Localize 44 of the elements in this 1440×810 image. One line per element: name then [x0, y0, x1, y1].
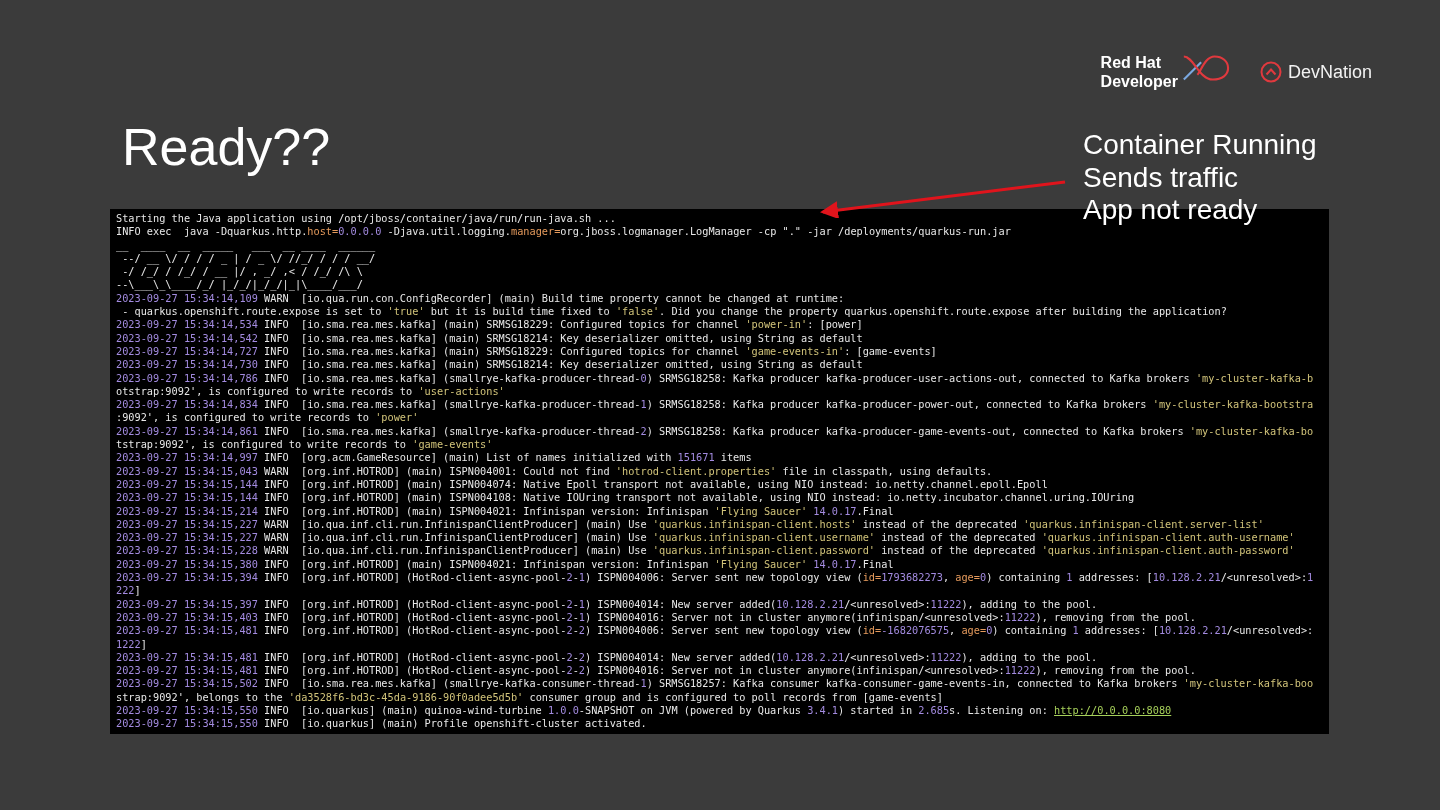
- log-line: Starting the Java application using /opt/jboss/container/java/run/run-java.sh ...: [116, 212, 616, 226]
- annotation-text: Container Running: [1083, 129, 1317, 162]
- log-line: 222]: [116, 584, 141, 598]
- log-line: 2023-09-27 15:34:14,861 INFO [io.sma.rea.mes.kafka] (smallrye-kafka-producer-thread-2) SRMSG18258: Kafka producer kafka-producer-game-events-out, connected to Kafka brokers 'my-cluster-kafka-bo: [116, 424, 1314, 439]
- slide-title: Ready??: [122, 117, 331, 177]
- log-line: 1222]: [116, 637, 147, 651]
- log-line: 2023-09-27 15:34:15,043 WARN [org.inf.HOTROD] (main) ISPN004001: Could not find 'hotrod-client.properties' file in classpath, using defaults.: [116, 464, 993, 478]
- logo-text: Red Hat: [1100, 53, 1163, 72]
- log-line: - quarkus.openshift.route.expose is set to 'true' but it is build time fixed to 'false'. Did you change the property quarkus.openshift.route.expose after building the application?: [121, 305, 1227, 319]
- log-line: 2023-09-27 15:34:15,403 INFO [org.inf.HOTROD] (HotRod-client-async-pool-2-1) ISPN004016: Server not in cluster anymore(infinispan/<unresolved>:11222), removing from the pool.: [116, 610, 1196, 625]
- log-line: 2023-09-27 15:34:15,394 INFO [org.inf.HOTROD] (HotRod-client-async-pool-2-1) ISPN004006: Server sent new topology view (id=1793682273, age=0) containing 1 addresses: [10.128.2.21/<unresolved>:1: [116, 571, 1314, 585]
- logo-text: Developer: [1100, 72, 1178, 91]
- ascii-art-text: __ ____ __ _____ ___ __ ____ ______ --/ __ \/ / / / _ | / _ \/ //_/ / / / __/ -/ /_/ / /_/ / __ |/ , _/ ,< / /_/ /\ \ --\___\_\____/_/ |_/_/|_/_/|_|\____/___/: [116, 238, 376, 292]
- log-line: 2023-09-27 15:34:15,227 WARN [io.qua.inf.cli.run.InfinispanClientProducer] (main) Use 'quarkus.infinispan-client.hosts' instead of the deprecated 'quarkus.infinispan-client.server-list': [116, 517, 1264, 532]
- logo-text: DevNation: [1287, 61, 1372, 83]
- log-line: :9092', is configured to write records to 'power': [116, 411, 419, 425]
- log-line: 2023-09-27 15:34:15,227 WARN [io.qua.inf.cli.run.InfinispanClientProducer] (main) Use 'quarkus.infinispan-client.username' instead of the deprecated 'quarkus.infinispan-client.auth-username': [116, 531, 1295, 545]
- log-line: 2023-09-27 15:34:15,550 INFO [io.quarkus] (main) quinoa-wind-turbine 1.0.0-SNAPSHOT on JVM (powered by Quarkus 3.4.1) started in 2.685s. Listening on: http://0.0.0.0:8080: [116, 704, 1172, 718]
- log-line: INFO exec java -Dquarkus.http.host=0.0.0.0 -Djava.util.logging.manager=org.jboss.logmanager.LogManager -cp "." -jar /deployments/quarkus-run.jar: [116, 225, 1011, 239]
- log-line: otstrap:9092', is configured to write records to 'user-actions': [116, 384, 505, 399]
- log-line: 2023-09-27 15:34:14,727 INFO [io.sma.rea.mes.kafka] (main) SRMSG18229: Configured topics for channel 'game-events-in': [game-events]: [116, 344, 937, 359]
- log-line: 2023-09-27 15:34:14,542 INFO [io.sma.rea.mes.kafka] (main) SRMSG18214: Key deserializer omitted, using String as default: [116, 331, 863, 345]
- annotation-text: Sends traffic: [1083, 161, 1239, 194]
- log-line: 2023-09-27 15:34:15,481 INFO [org.inf.HOTROD] (HotRod-client-async-pool-2-2) ISPN004016: Server not in cluster anymore(infinispan/<unresolved>:11222), removing from the pool.: [116, 664, 1196, 678]
- log-line: 2023-09-27 15:34:15,380 INFO [org.inf.HOTROD] (main) ISPN004021: Infinispan version: Infinispan 'Flying Saucer' 14.0.17.Final: [116, 557, 894, 571]
- log-line: 2023-09-27 15:34:15,214 INFO [org.inf.HOTROD] (main) ISPN004021: Infinispan version: Infinispan 'Flying Saucer' 14.0.17.Final: [116, 504, 894, 518]
- log-line: 2023-09-27 15:34:14,730 INFO [io.sma.rea.mes.kafka] (main) SRMSG18214: Key deserializer omitted, using String as default: [116, 358, 863, 372]
- log-line: tstrap:9092', is configured to write records to 'game-events': [116, 438, 493, 452]
- log-line: 2023-09-27 15:34:15,228 WARN [io.qua.inf.cli.run.InfinispanClientProducer] (main) Use 'quarkus.infinispan-client.password' instead of the deprecated 'quarkus.infinispan-client.auth-password': [116, 544, 1295, 558]
- chevron-circle-icon: [1259, 61, 1282, 83]
- log-line: strap:9092', belongs to the 'da3528f6-bd3c-45da-9186-90f0adee5d5b' consumer group and is configured to poll records from [game-events]: [116, 690, 943, 704]
- log-line: 2023-09-27 15:34:15,144 INFO [org.inf.HOTROD] (main) ISPN004108: Native IOUring transport not available, using NIO instead: io.netty.incubator.channel.uring.IOUring: [116, 491, 1135, 505]
- log-line: 2023-09-27 15:34:15,144 INFO [org.inf.HOTROD] (main) ISPN004074: Native Epoll transport not available, using NIO instead: io.netty.channel.epoll.Epoll: [116, 477, 1048, 492]
- log-line: 2023-09-27 15:34:15,397 INFO [org.inf.HOTROD] (HotRod-client-async-pool-2-1) ISPN004014: New server added(10.128.2.21/<unresolved>:11222), adding to the pool.: [116, 597, 1098, 611]
- log-line: 2023-09-27 15:34:14,997 INFO [org.acm.GameResource] (main) List of names initialized with 151671 items: [116, 451, 752, 465]
- log-line: 2023-09-27 15:34:14,534 INFO [io.sma.rea.mes.kafka] (main) SRMSG18229: Configured topics for channel 'power-in': [power]: [116, 318, 863, 332]
- log-line: 2023-09-27 15:34:14,786 INFO [io.sma.rea.mes.kafka] (smallrye-kafka-producer-thread-0) SRMSG18258: Kafka producer kafka-producer-user-actions-out, connected to Kafka brokers 'my-cluster-kafka-b: [116, 371, 1314, 385]
- log-line: 2023-09-27 15:34:15,481 INFO [org.inf.HOTROD] (HotRod-client-async-pool-2-2) ISPN004006: Server sent new topology view (id=-1682076575, age=0) containing 1 addresses: [10.128.2.21/<unresolved>:: [116, 624, 1314, 638]
- log-line: 2023-09-27 15:34:15,481 INFO [org.inf.HOTROD] (HotRod-client-async-pool-2-2) ISPN004014: New server added(10.128.2.21/<unresolved>:11222), adding to the pool.: [116, 650, 1098, 665]
- log-line: 2023-09-27 15:34:14,834 INFO [io.sma.rea.mes.kafka] (smallrye-kafka-producer-thread-1) SRMSG18258: Kafka producer kafka-producer-power-out, connected to Kafka brokers 'my-cluster-kafka-bootstra: [116, 398, 1314, 412]
- annotation-text: App not ready: [1083, 194, 1258, 227]
- log-line: 2023-09-27 15:34:14,109 WARN [io.qua.run.con.ConfigRecorder] (main) Build time property cannot be changed at runtime:: [116, 291, 845, 306]
- log-line: 2023-09-27 15:34:15,502 INFO [io.sma.rea.mes.kafka] (smallrye-kafka-consumer-thread-1) SRMSG18257: Kafka consumer kafka-consumer-game-events-in, connected to Kafka brokers 'my-cluster-kafka-boo: [116, 677, 1314, 691]
- log-line: 2023-09-27 15:34:15,550 INFO [io.quarkus] (main) Profile openshift-cluster activated.: [116, 717, 647, 731]
